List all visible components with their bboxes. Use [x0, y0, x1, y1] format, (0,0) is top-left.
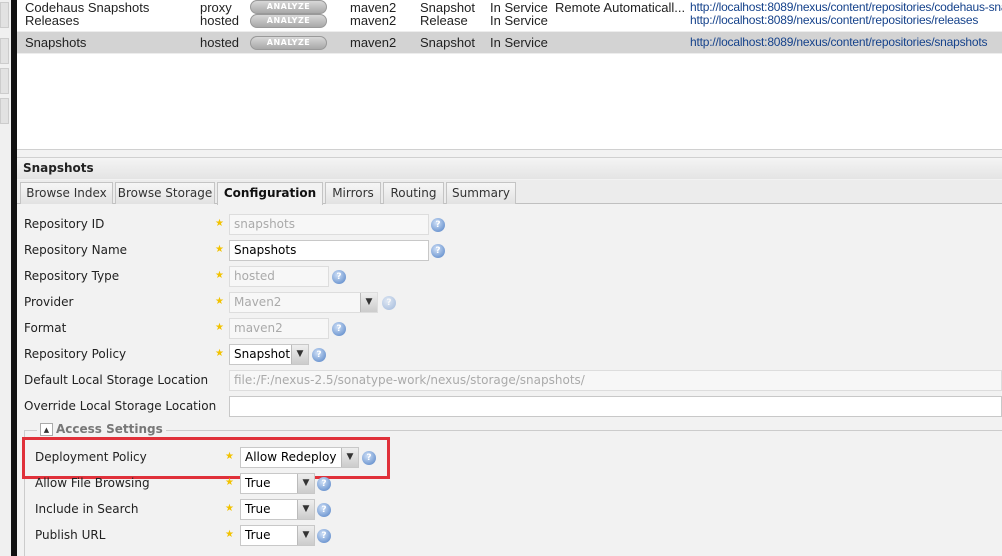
tab-summary[interactable]: Summary [446, 182, 516, 204]
tab-mirrors[interactable]: Mirrors [325, 182, 381, 204]
repository-policy-label: Repository Policy [24, 347, 127, 361]
default-location-input[interactable]: file:/F:/nexus-2.5/sonatype-work/nexus/s… [229, 370, 1002, 391]
help-icon[interactable]: ? [332, 322, 346, 336]
highlight-box [22, 437, 390, 479]
star-icon: ★ [215, 322, 224, 333]
panel-title: Snapshots [17, 157, 1002, 179]
star-icon: ★ [225, 529, 234, 540]
chevron-down-icon[interactable]: ▼ [297, 526, 314, 545]
default-location-label: Default Local Storage Location [24, 373, 209, 387]
repository-grid: Codehaus Snapshots proxy ANALYZE maven2 … [17, 0, 1002, 150]
table-row[interactable]: Releases hosted ANALYZE maven2 Release I… [17, 10, 1002, 32]
cell-url[interactable]: http://localhost:8089/nexus/content/repo… [690, 13, 978, 27]
repository-id-input[interactable]: snapshots [229, 214, 429, 235]
help-icon[interactable]: ? [431, 218, 445, 232]
allow-file-browsing-select[interactable]: True ▼ [240, 473, 315, 494]
star-icon: ★ [215, 244, 224, 255]
publish-url-value: True [245, 528, 271, 542]
format-label: Format [24, 321, 67, 335]
publish-url-select[interactable]: True ▼ [240, 525, 315, 546]
table-row[interactable]: Codehaus Snapshots proxy ANALYZE maven2 … [17, 0, 1002, 15]
chevron-down-icon[interactable]: ▼ [297, 500, 314, 519]
repository-type-input[interactable]: hosted [229, 266, 329, 287]
star-icon: ★ [225, 503, 234, 514]
left-pane-button[interactable] [0, 98, 9, 124]
repository-id-label: Repository ID [24, 217, 105, 231]
repository-name-input[interactable]: Snapshots [229, 240, 429, 261]
access-settings-legend[interactable]: ▲ Access Settings [37, 422, 166, 436]
tab-browse-storage[interactable]: Browse Storage [115, 182, 215, 204]
access-settings-title: Access Settings [56, 422, 163, 436]
cell-status: In Service [490, 13, 548, 28]
star-icon: ★ [215, 348, 224, 359]
left-pane-button[interactable] [0, 2, 9, 28]
star-icon: ★ [225, 477, 234, 488]
left-pane [0, 0, 11, 556]
override-location-label: Override Local Storage Location [24, 399, 217, 413]
cell-policy: Release [420, 13, 468, 28]
help-icon[interactable]: ? [317, 477, 331, 491]
provider-value: Maven2 [234, 295, 282, 309]
cell-format: maven2 [350, 13, 397, 28]
repository-policy-select[interactable]: Snapshot ▼ [229, 344, 309, 365]
provider-select[interactable]: Maven2 ▼ [229, 292, 378, 313]
tab-browse-index[interactable]: Browse Index [20, 182, 113, 204]
publish-url-label: Publish URL [35, 528, 106, 542]
provider-label: Provider [24, 295, 74, 309]
left-pane-button[interactable] [0, 38, 9, 64]
cell-name: Snapshots [25, 35, 87, 50]
repository-policy-value: Snapshot [234, 347, 291, 361]
allow-file-browsing-label: Allow File Browsing [35, 476, 150, 490]
tab-routing[interactable]: Routing [383, 182, 444, 204]
star-icon: ★ [215, 296, 224, 307]
repository-type-label: Repository Type [24, 269, 120, 283]
tab-bar: Browse Index Browse Storage Configuratio… [17, 180, 1002, 205]
help-icon[interactable]: ? [382, 296, 396, 310]
override-location-input[interactable] [229, 396, 1002, 417]
include-in-search-select[interactable]: True ▼ [240, 499, 315, 520]
chevron-down-icon[interactable]: ▼ [291, 345, 308, 364]
include-in-search-label: Include in Search [35, 502, 139, 516]
cell-url[interactable]: http://localhost:8089/nexus/content/repo… [690, 35, 987, 49]
help-icon[interactable]: ? [317, 529, 331, 543]
table-row-selected[interactable]: Snapshots hosted ANALYZE maven2 Snapshot… [17, 32, 1002, 54]
analyze-button[interactable]: ANALYZE [250, 36, 327, 50]
star-icon: ★ [215, 218, 224, 229]
repository-detail-panel: Snapshots Browse Index Browse Storage Co… [17, 150, 1002, 556]
analyze-button[interactable]: ANALYZE [250, 14, 327, 28]
help-icon[interactable]: ? [332, 270, 346, 284]
repository-name-label: Repository Name [24, 243, 128, 257]
chevron-down-icon[interactable]: ▼ [297, 474, 314, 493]
help-icon[interactable]: ? [431, 244, 445, 258]
cell-status: In Service [490, 35, 548, 50]
cell-type: hosted [200, 35, 240, 50]
chevron-down-icon[interactable]: ▼ [360, 293, 377, 312]
triangle-up-icon[interactable]: ▲ [40, 423, 53, 436]
star-icon: ★ [215, 270, 224, 281]
help-icon[interactable]: ? [312, 348, 326, 362]
include-in-search-value: True [245, 502, 271, 516]
format-input[interactable]: maven2 [229, 318, 329, 339]
help-icon[interactable]: ? [317, 503, 331, 517]
cell-type: hosted [200, 13, 240, 28]
tab-configuration[interactable]: Configuration [217, 182, 323, 205]
cell-name: Releases [25, 13, 80, 28]
cell-policy: Snapshot [420, 35, 475, 50]
left-pane-button[interactable] [0, 68, 9, 94]
allow-file-browsing-value: True [245, 476, 271, 490]
cell-format: maven2 [350, 35, 397, 50]
